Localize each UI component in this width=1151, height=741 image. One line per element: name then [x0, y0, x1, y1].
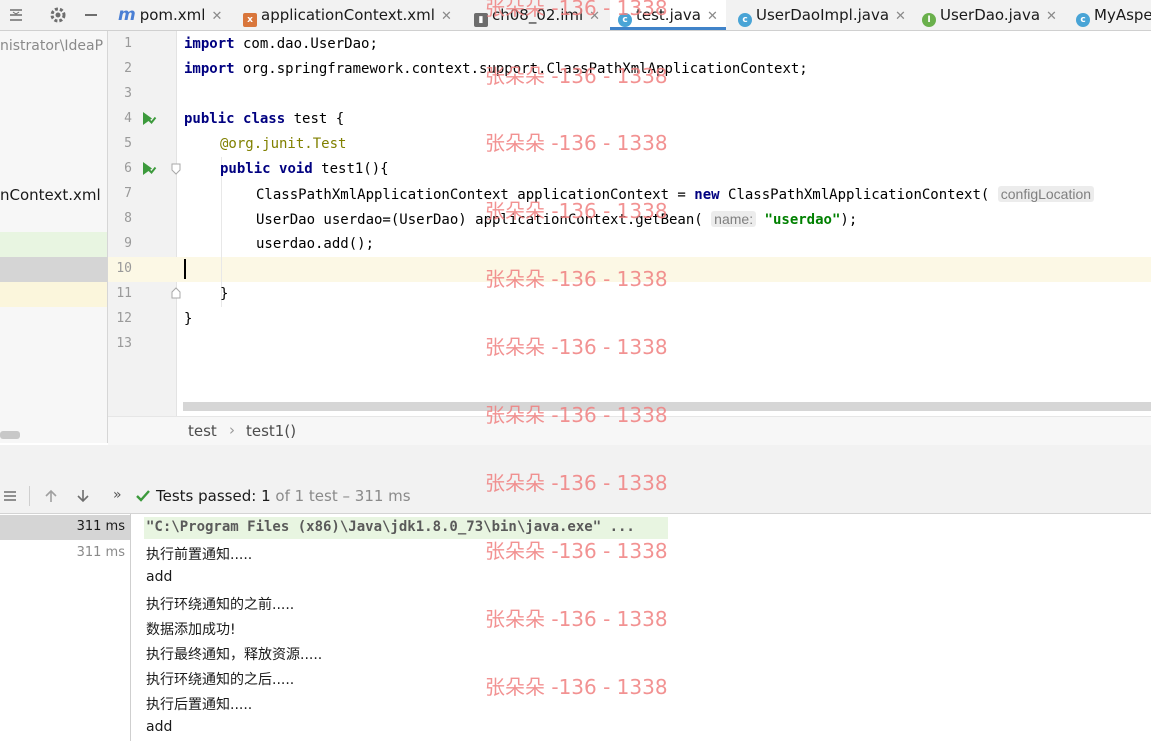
console-line: add [146, 569, 173, 585]
project-tree-row-highlight [0, 282, 107, 307]
project-tree-row-highlight [0, 232, 107, 257]
watermark: 张朵朵 -136 - 1338 [485, 335, 668, 359]
console-line: 执行前置通知..... [146, 547, 253, 563]
gear-icon[interactable] [49, 6, 67, 24]
close-icon[interactable]: ✕ [707, 9, 718, 24]
toolbar-separator [29, 486, 30, 506]
console-line: 执行环绕通知的之后..... [146, 672, 295, 688]
project-path: nistrator\IdeaP [0, 38, 104, 54]
breadcrumb-item[interactable]: test1() [246, 422, 296, 440]
tab-my-aspect[interactable]: c MyAspe [1076, 0, 1151, 30]
fold-icon[interactable] [171, 287, 181, 299]
breadcrumb-separator: › [229, 421, 235, 439]
watermark: 张朵朵 -136 - 1338 [485, 539, 668, 563]
test-status: Tests passed: 1 of 1 test – 311 ms [156, 487, 411, 505]
text-cursor [184, 259, 186, 279]
indent-guide [221, 157, 222, 307]
project-tree-row-selected[interactable] [0, 257, 107, 282]
close-icon[interactable]: ✕ [895, 9, 906, 24]
project-tree-item[interactable]: nContext.xml [0, 186, 101, 204]
parameter-hint: name: [711, 211, 757, 227]
arrow-down-icon[interactable] [75, 488, 91, 504]
class-icon: c [738, 13, 752, 27]
line-number: 6 [124, 161, 132, 176]
line-number: 5 [124, 136, 132, 151]
interface-icon: I [922, 13, 936, 27]
fold-icon[interactable] [171, 163, 181, 175]
watermark: 张朵朵 -136 - 1338 [485, 131, 668, 155]
close-icon[interactable]: ✕ [441, 9, 452, 24]
minimize-icon[interactable] [83, 6, 99, 24]
passed-count: 1 [261, 487, 271, 505]
watermark: 张朵朵 -136 - 1338 [485, 0, 668, 20]
tab-pom-xml[interactable]: m pom.xml ✕ [118, 0, 236, 30]
expand-all-icon[interactable] [3, 488, 19, 504]
run-test-icon[interactable] [140, 160, 157, 177]
code-line: import com.dao.UserDao; [184, 36, 378, 52]
tab-application-context-xml[interactable]: x applicationContext.xml ✕ [243, 0, 465, 30]
console-line: 数据添加成功! [146, 622, 236, 638]
class-icon: c [1076, 13, 1090, 27]
test-time: 311 ms [76, 545, 125, 560]
line-number: 12 [116, 311, 132, 326]
checkmark-icon [136, 490, 150, 502]
tab-user-dao-impl-java[interactable]: c UserDaoImpl.java ✕ [738, 0, 910, 30]
test-duration: – 311 ms [342, 487, 411, 505]
console-line: "C:\Program Files (x86)\Java\jdk1.8.0_73… [146, 519, 635, 535]
console-line: add [146, 719, 173, 735]
line-number: 1 [124, 36, 132, 51]
code-line: public void test1(){ [220, 161, 389, 177]
console-line: 执行后置通知..... [146, 697, 253, 713]
watermark: 张朵朵 -136 - 1338 [485, 403, 668, 427]
run-test-icon[interactable] [140, 110, 157, 127]
collapse-all-icon[interactable] [8, 7, 24, 23]
maven-icon: m [118, 5, 136, 25]
line-number: 4 [124, 111, 132, 126]
close-icon[interactable]: ✕ [211, 9, 222, 24]
line-number: 9 [124, 236, 132, 251]
console-line: 执行最终通知，释放资源..... [146, 647, 323, 663]
watermark: 张朵朵 -136 - 1338 [485, 471, 668, 495]
line-number: 11 [116, 286, 132, 301]
line-number: 10 [116, 261, 132, 276]
code-line: public class test { [184, 111, 345, 127]
xml-file-icon: x [243, 13, 257, 27]
line-number: 7 [124, 186, 132, 201]
console-line: 执行环绕通知的之前..... [146, 597, 295, 613]
line-number: 8 [124, 211, 132, 226]
line-number: 13 [116, 336, 132, 351]
code-line: @org.junit.Test [220, 136, 347, 152]
code-line: userdao.add(); [256, 236, 375, 252]
breadcrumb-item[interactable]: test [188, 422, 217, 440]
horizontal-scrollbar[interactable] [0, 431, 20, 439]
tab-user-dao-java[interactable]: I UserDao.java ✕ [922, 0, 1072, 30]
close-icon[interactable]: ✕ [1046, 9, 1057, 24]
code-line: } [220, 286, 229, 302]
project-panel: nistrator\IdeaP nContext.xml [0, 31, 108, 443]
code-line: ClassPathXmlApplicationContext applicati… [256, 186, 1095, 203]
line-number: 3 [124, 86, 132, 101]
test-time: 311 ms [76, 519, 125, 534]
watermark: 张朵朵 -136 - 1338 [485, 267, 668, 291]
watermark: 张朵朵 -136 - 1338 [485, 607, 668, 631]
watermark: 张朵朵 -136 - 1338 [485, 675, 668, 699]
line-number: 2 [124, 61, 132, 76]
arrow-up-icon[interactable] [43, 488, 59, 504]
total-tests: of 1 test [275, 487, 338, 505]
watermark: 张朵朵 -136 - 1338 [485, 64, 668, 88]
chevron-more-icon[interactable]: » [113, 487, 122, 503]
parameter-hint: configLocation [997, 186, 1095, 202]
watermark: 张朵朵 -136 - 1338 [485, 199, 668, 223]
code-line: } [184, 311, 193, 327]
test-tree: 311 ms 311 ms [0, 514, 131, 741]
